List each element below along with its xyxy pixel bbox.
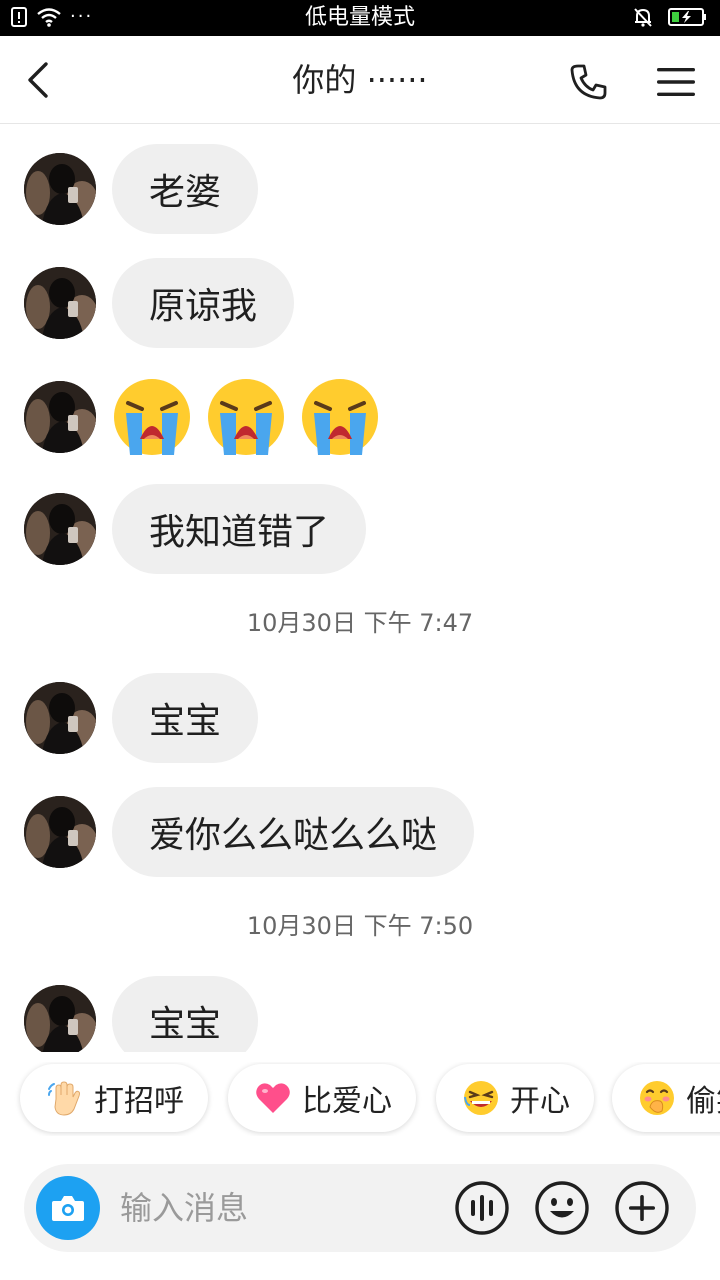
menu-button[interactable] <box>650 56 702 108</box>
loudly-crying-face-icon <box>208 379 284 455</box>
message-row: 爱你么么哒么么哒 <box>24 787 475 877</box>
emoji-button[interactable] <box>534 1180 590 1236</box>
emoji-message[interactable] <box>112 377 380 457</box>
quick-reply-label: 比爱心 <box>302 1084 392 1119</box>
quick-reply-wave[interactable]: 打招呼 <box>20 1064 208 1132</box>
contact-avatar[interactable] <box>24 682 96 754</box>
status-bar: ··· 低电量模式 <box>0 0 720 36</box>
voice-message-button[interactable] <box>454 1180 510 1236</box>
avatar-photo <box>24 153 96 225</box>
message-timestamp: 10月30日 下午 7:47 <box>246 609 474 637</box>
chat-header: 你的 ······ <box>0 36 720 124</box>
message-row: 我知道错了 <box>24 484 367 574</box>
quick-reply-bar[interactable]: 打招呼 比爱心 开心 偷 <box>0 1062 720 1136</box>
battery-charging-icon <box>668 8 706 26</box>
avatar-photo <box>24 985 96 1052</box>
avatar-photo <box>24 267 96 339</box>
avatar-photo <box>24 381 96 453</box>
contact-avatar[interactable] <box>24 267 96 339</box>
message-row <box>24 372 380 462</box>
low-power-mode-label: 低电量模式 <box>304 5 415 30</box>
more-options-button[interactable] <box>614 1180 670 1236</box>
quick-reply-label: 偷笑 <box>686 1084 720 1119</box>
plus-icon <box>615 1181 669 1235</box>
contact-avatar[interactable] <box>24 153 96 225</box>
message-row: 原谅我 <box>24 258 295 348</box>
laughing-face-icon <box>464 1081 498 1115</box>
avatar-photo <box>24 682 96 754</box>
message-row: 老婆 <box>24 144 259 234</box>
status-right <box>632 6 708 28</box>
message-timestamp: 10月30日 下午 7:50 <box>246 912 474 940</box>
avatar-photo <box>24 796 96 868</box>
pink-heart-icon <box>256 1083 290 1113</box>
voice-call-button[interactable] <box>562 56 614 108</box>
message-composer <box>24 1164 696 1252</box>
hamburger-menu-icon <box>657 68 695 96</box>
quick-reply-happy[interactable]: 开心 <box>436 1064 594 1132</box>
message-bubble[interactable]: 爱你么么哒么么哒 <box>112 787 475 877</box>
quick-reply-giggle[interactable]: 偷笑 <box>612 1064 720 1132</box>
quick-reply-label: 开心 <box>510 1084 570 1119</box>
loudly-crying-face-icon <box>114 379 190 455</box>
loudly-crying-face-icon <box>302 379 378 455</box>
message-bubble[interactable]: 宝宝 <box>112 976 259 1052</box>
phone-icon <box>570 64 607 100</box>
emoji-icon <box>535 1181 589 1235</box>
message-input[interactable] <box>120 1184 440 1232</box>
quick-reply-label: 打招呼 <box>94 1084 184 1119</box>
message-bubble[interactable]: 我知道错了 <box>112 484 367 574</box>
hand-over-mouth-face-icon <box>640 1081 674 1115</box>
quick-reply-heart[interactable]: 比爱心 <box>228 1064 416 1132</box>
camera-icon <box>52 1196 84 1221</box>
message-row: 宝宝 <box>24 673 259 763</box>
contact-avatar[interactable] <box>24 985 96 1052</box>
waving-hand-icon <box>48 1081 80 1116</box>
avatar-photo <box>24 493 96 565</box>
message-bubble[interactable]: 原谅我 <box>112 258 295 348</box>
message-bubble[interactable]: 老婆 <box>112 144 259 234</box>
voice-icon <box>455 1181 509 1235</box>
message-bubble[interactable]: 宝宝 <box>112 673 259 763</box>
message-list[interactable]: 老婆 原谅我 我知道错了 10月30日 下午 7:47 宝宝 爱你么么哒么么哒 … <box>0 124 720 1052</box>
contact-avatar[interactable] <box>24 381 96 453</box>
mute-bell-icon <box>634 8 652 27</box>
camera-button[interactable] <box>36 1176 100 1240</box>
message-row: 宝宝 <box>24 976 259 1052</box>
contact-avatar[interactable] <box>24 493 96 565</box>
contact-avatar[interactable] <box>24 796 96 868</box>
